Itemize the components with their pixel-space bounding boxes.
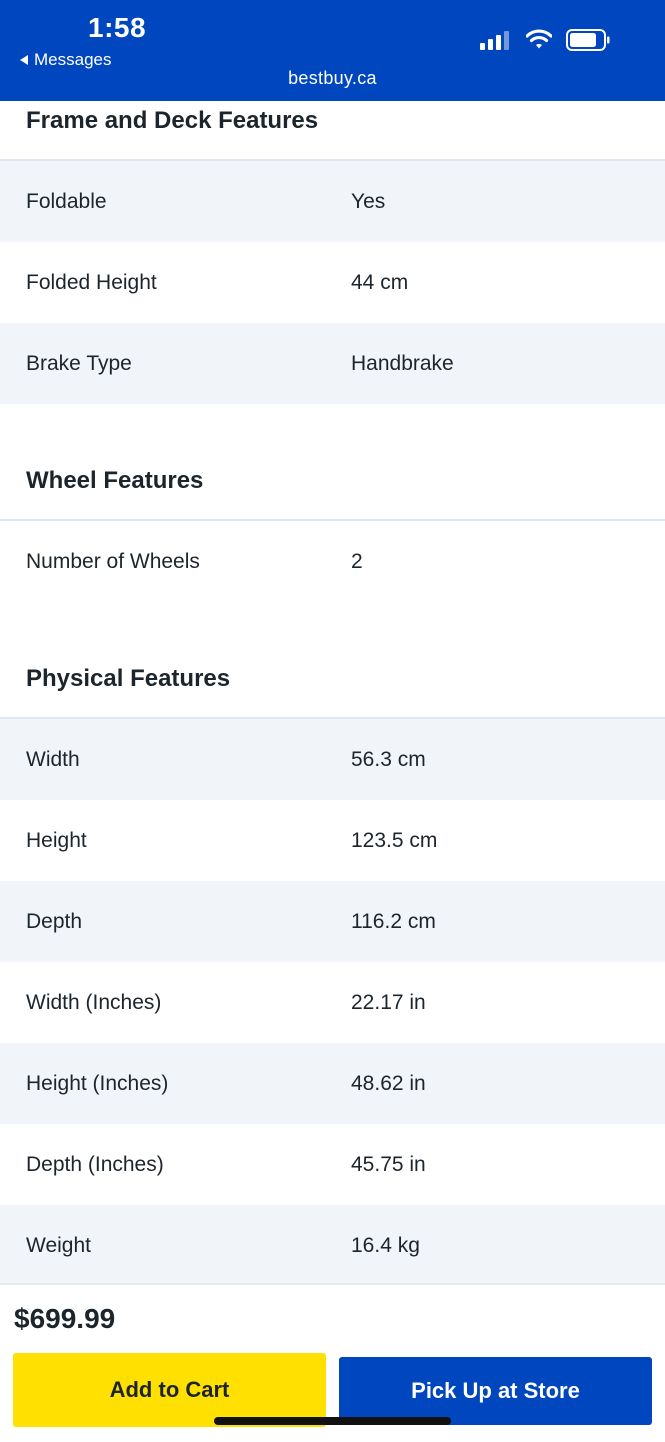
clock-time: 1:58: [88, 12, 147, 43]
spec-label: Depth: [26, 909, 83, 933]
spec-value: 22.17 in: [351, 990, 426, 1014]
spec-value: 45.75 in: [351, 1152, 426, 1176]
spec-value: Handbrake: [351, 351, 454, 375]
spec-value: 16.4 kg: [351, 1233, 420, 1257]
wifi-icon: [526, 29, 552, 49]
spec-row: Foldable Yes: [0, 161, 665, 242]
spec-label: Height: [26, 828, 87, 852]
spec-value: 116.2 cm: [351, 909, 436, 933]
spec-value: 56.3 cm: [351, 747, 426, 771]
spec-row: Weight 16.4 kg: [0, 1205, 665, 1286]
spec-label: Depth (Inches): [26, 1152, 164, 1176]
spec-label: Brake Type: [26, 351, 132, 375]
spec-row: Width 56.3 cm: [0, 719, 665, 800]
spec-row: Depth 116.2 cm: [0, 881, 665, 962]
spec-value: 44 cm: [351, 270, 409, 294]
section-title-frame: Frame and Deck Features: [0, 101, 665, 161]
spec-value: 2: [351, 549, 363, 573]
back-to-messages-link[interactable]: Messages: [20, 50, 111, 70]
spec-label: Weight: [26, 1233, 91, 1257]
browser-status-bar: 1:58 Messages bestbuy.ca: [0, 0, 665, 101]
section-title-wheel: Wheel Features: [0, 404, 665, 521]
spec-row: Folded Height 44 cm: [0, 242, 665, 323]
spec-row: Brake Type Handbrake: [0, 323, 665, 404]
section-title-physical: Physical Features: [0, 602, 665, 719]
spec-label: Height (Inches): [26, 1071, 169, 1095]
spec-label: Foldable: [26, 189, 107, 213]
back-arrow-icon: [20, 55, 28, 65]
spec-value: Yes: [351, 189, 386, 213]
spec-row: Width (Inches) 22.17 in: [0, 962, 665, 1043]
spec-value: 48.62 in: [351, 1071, 426, 1095]
add-to-cart-button[interactable]: Add to Cart: [13, 1353, 326, 1427]
specifications-list: Frame and Deck Features Foldable Yes Fol…: [0, 101, 665, 1286]
spec-row: Height 123.5 cm: [0, 800, 665, 881]
cellular-signal-icon: [480, 30, 509, 50]
pick-up-at-store-button[interactable]: Pick Up at Store: [339, 1357, 652, 1425]
product-price: $699.99: [14, 1303, 116, 1334]
spec-label: Folded Height: [26, 270, 157, 294]
back-label: Messages: [34, 50, 112, 69]
spec-label: Width: [26, 747, 80, 771]
address-bar-url[interactable]: bestbuy.ca: [0, 68, 665, 89]
spec-value: 123.5 cm: [351, 828, 438, 852]
spec-label: Width (Inches): [26, 990, 162, 1014]
spec-row: Height (Inches) 48.62 in: [0, 1043, 665, 1124]
home-indicator[interactable]: [214, 1417, 451, 1425]
spec-row: Depth (Inches) 45.75 in: [0, 1124, 665, 1205]
spec-row: Number of Wheels 2: [0, 521, 665, 602]
spec-label: Number of Wheels: [26, 549, 200, 573]
battery-icon: [566, 29, 610, 51]
